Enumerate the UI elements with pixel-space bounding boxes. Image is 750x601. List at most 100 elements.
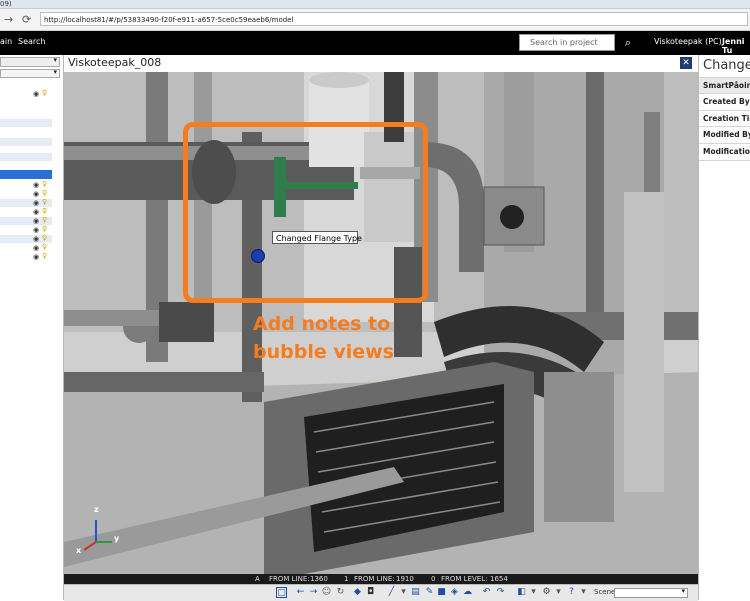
browser-title-strip: 09)	[0, 0, 750, 9]
visibility-eye-icon[interactable]: ◉	[33, 236, 40, 243]
light-bulb-icon[interactable]: ♀	[42, 190, 49, 197]
tree-row[interactable]	[0, 153, 52, 161]
visibility-eye-icon[interactable]: ◉	[33, 191, 40, 198]
visibility-eye-icon[interactable]: ◉	[33, 218, 40, 225]
layer-dropdown[interactable]: ▾	[0, 56, 60, 67]
scene-select[interactable]: ▾	[614, 587, 688, 598]
tree-row[interactable]: ◉ ♀	[0, 226, 52, 234]
app-header: ain Search Search in project ⌕ Viskoteep…	[0, 31, 750, 55]
tree-row[interactable]	[0, 119, 52, 127]
dropdown-icon[interactable]: ▾	[553, 587, 564, 598]
status-from-level-label: FROM LEVEL:	[441, 575, 488, 583]
light-bulb-icon[interactable]: ♀	[42, 217, 49, 224]
status-from-level-value: 1654	[490, 575, 508, 583]
note-marker-icon[interactable]	[251, 249, 265, 263]
url-field[interactable]: http://localhost81/#/p/53833490-f20f-e91…	[40, 12, 748, 26]
visibility-eye-icon[interactable]: ◉	[33, 182, 40, 189]
tree-row[interactable]	[0, 138, 52, 146]
close-icon[interactable]: ✕	[680, 57, 692, 69]
tree-row[interactable]: ◉ ♀	[0, 90, 52, 98]
tree-row[interactable]: ◉ ♀	[0, 190, 52, 198]
status-from-line-value: 1360	[310, 575, 328, 583]
arrow-right-icon[interactable]: →	[308, 587, 319, 598]
help-icon[interactable]: ?	[566, 587, 577, 598]
gear-icon[interactable]: ⚙	[541, 587, 552, 598]
back-arrow-icon[interactable]: →	[4, 13, 13, 26]
axis-y-label: y	[114, 534, 120, 543]
camera-icon[interactable]: ◘	[365, 587, 376, 598]
tree-row[interactable]: ◉ ♀	[0, 208, 52, 216]
person-icon[interactable]: ☺	[321, 587, 332, 598]
highlight-box	[183, 122, 428, 303]
visibility-eye-icon[interactable]: ◉	[33, 91, 40, 98]
box-icon[interactable]: ■	[436, 587, 447, 598]
divider	[699, 160, 750, 161]
search-input[interactable]: Search in project	[519, 34, 615, 51]
visibility-eye-icon[interactable]: ◉	[33, 227, 40, 234]
tree-row[interactable]: ◉ ♀	[0, 217, 52, 225]
viewer-header: Viskoteepak_008 ✕	[64, 55, 698, 73]
dropdown-icon[interactable]: ▾	[398, 587, 409, 598]
menu-link-main[interactable]: ain	[0, 37, 12, 46]
project-name[interactable]: Viskoteepak (PC)	[654, 37, 722, 46]
address-bar: → ⟳ http://localhost81/#/p/53833490-f20f…	[0, 9, 750, 31]
promo-caption: Add notes to bubble views	[253, 313, 394, 363]
status-a: A	[255, 575, 260, 583]
light-bulb-icon[interactable]: ♀	[42, 90, 49, 97]
status-from-line2-label: FROM LINE:	[354, 575, 395, 583]
pen-icon[interactable]: ✎	[424, 587, 435, 598]
chevron-down-icon: ▾	[53, 56, 57, 64]
viewer-title: Viskoteepak_008	[68, 56, 162, 69]
cloud-icon[interactable]: ☁	[462, 587, 473, 598]
tree-row[interactable]: ◉ ♀	[0, 181, 52, 189]
frame-icon[interactable]: ▢	[276, 587, 287, 598]
cube-icon[interactable]: ◆	[352, 587, 363, 598]
tree-row[interactable]: ◉ ♀	[0, 244, 52, 252]
chevron-down-icon: ▾	[53, 68, 57, 76]
user-name[interactable]: Jenni Tu	[722, 37, 750, 55]
property-row: SmartPåoint	[699, 77, 750, 94]
tree-row[interactable]: ◉ ♀	[0, 253, 52, 261]
panel-title: Changed	[703, 58, 750, 73]
axis-x-label: x	[76, 546, 82, 555]
object-icon[interactable]: ◧	[516, 587, 527, 598]
light-bulb-icon[interactable]: ♀	[42, 244, 49, 251]
light-bulb-icon[interactable]: ♀	[42, 208, 49, 215]
properties-panel: Changed SmartPåoint Created By Creation …	[698, 55, 750, 600]
rotate-icon[interactable]: ↻	[335, 587, 346, 598]
note-tooltip: Changed Flange Type	[272, 231, 362, 244]
measure-icon[interactable]: ╱	[386, 587, 397, 598]
status-c: 0	[431, 575, 436, 583]
light-bulb-icon[interactable]: ♀	[42, 199, 49, 206]
search-icon[interactable]: ⌕	[618, 34, 638, 51]
visibility-eye-icon[interactable]: ◉	[33, 245, 40, 252]
tree-row[interactable]: ◉ ♀	[0, 199, 52, 207]
tree-row-selected[interactable]	[0, 170, 52, 179]
dropdown-icon[interactable]: ▾	[578, 587, 589, 598]
filter-dropdown[interactable]: ▾	[0, 68, 60, 78]
refresh-icon[interactable]: ⟳	[22, 13, 31, 26]
redo-icon[interactable]: ↷	[495, 587, 506, 598]
grid-icon[interactable]: ▤	[410, 587, 421, 598]
layers-icon[interactable]: ◈	[449, 587, 460, 598]
status-b: 1	[344, 575, 349, 583]
light-bulb-icon[interactable]: ♀	[42, 235, 49, 242]
status-from-line-label: FROM LINE:	[269, 575, 310, 583]
status-from-line2-value: 1910	[396, 575, 414, 583]
property-row: Modified By	[699, 126, 750, 143]
search-link[interactable]: Search	[18, 37, 45, 46]
property-row: Created By	[699, 93, 750, 110]
tree-row[interactable]: ◉ ♀	[0, 235, 52, 243]
dropdown-icon[interactable]: ▾	[528, 587, 539, 598]
arrow-left-icon[interactable]: ←	[295, 587, 306, 598]
light-bulb-icon[interactable]: ♀	[42, 253, 49, 260]
undo-icon[interactable]: ↶	[481, 587, 492, 598]
light-bulb-icon[interactable]: ♀	[42, 226, 49, 233]
axis-z-label: z	[94, 505, 99, 514]
viewer-toolbar: ▢ ← → ☺ ↻ ◆ ◘ ╱ ▾ ▤ ✎ ■ ◈ ☁ ↶ ↷ ◧ ▾ ⚙ ▾ …	[64, 584, 698, 601]
visibility-eye-icon[interactable]: ◉	[33, 209, 40, 216]
visibility-eye-icon[interactable]: ◉	[33, 254, 40, 261]
light-bulb-icon[interactable]: ♀	[42, 181, 49, 188]
visibility-eye-icon[interactable]: ◉	[33, 200, 40, 207]
left-tree-panel: ▾ ▾ ◉ ♀ ◉ ♀ ◉ ♀ ◉ ♀ ◉ ♀ ◉ ♀ ◉ ♀ ◉ ♀ ◉ ♀ ◉ ♀	[0, 55, 64, 600]
